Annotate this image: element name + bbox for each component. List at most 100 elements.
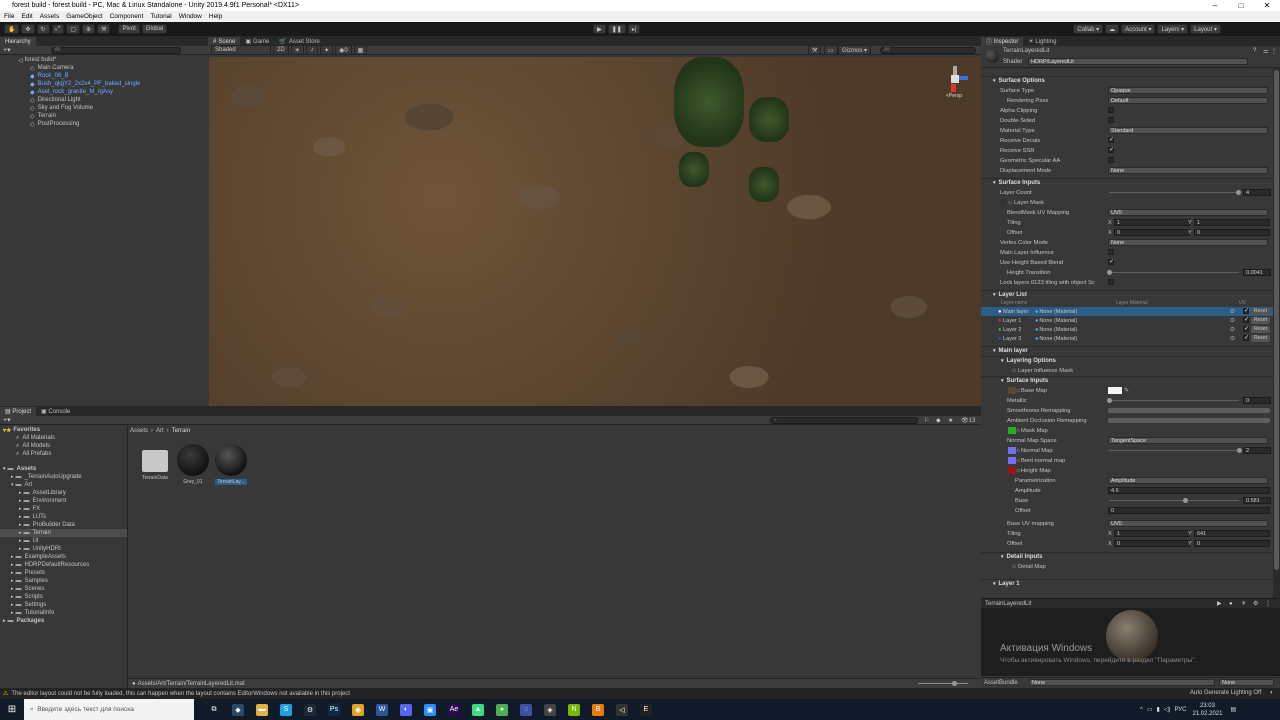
breadcrumb-terrain[interactable]: Terrain [172, 428, 190, 434]
property-dropdown[interactable]: UV0 [1108, 520, 1268, 527]
property-checkbox[interactable] [1108, 107, 1114, 113]
play-button[interactable]: ▶ [593, 24, 606, 34]
reset-button[interactable]: Reset [1251, 326, 1270, 333]
expand-arrow-icon[interactable]: ▸ [3, 618, 6, 624]
section-header[interactable]: ▾ Main layer [981, 346, 1273, 355]
reset-button[interactable]: Reset [1251, 335, 1270, 342]
hierarchy-item[interactable]: ◇ PostProcessing [0, 120, 208, 128]
menu-tutorial[interactable]: Tutorial [150, 13, 171, 20]
expand-arrow-icon[interactable]: ▸ [19, 546, 22, 552]
expand-arrow-icon[interactable]: ▸ [19, 498, 22, 504]
property-dropdown[interactable]: None [1108, 239, 1268, 246]
tree-item[interactable]: ▸ ▬ UI [0, 537, 127, 545]
reset-button[interactable]: Reset [1251, 317, 1270, 324]
tools-icon[interactable]: ⚒ [808, 45, 822, 55]
asset-tile[interactable]: TerrainLay... [212, 444, 250, 494]
expand-arrow-icon[interactable]: ▸ [19, 490, 22, 496]
lighting-toggle-icon[interactable]: ☀ [290, 45, 305, 55]
layer-row[interactable]: ● Layer 3 ●None (Material) ⊙ ✓ Reset [981, 334, 1273, 343]
grid-icon[interactable]: ▦ [353, 45, 368, 55]
battery-icon[interactable]: ▮ [1157, 706, 1160, 713]
tree-item[interactable]: ▸ ▬ _TerrainAutoUpgrade [0, 473, 127, 481]
collab-button[interactable]: Collab ▾ [1073, 24, 1104, 34]
maximize-button[interactable]: □ [1228, 0, 1254, 11]
property-dropdown[interactable]: UV0 [1108, 209, 1268, 216]
breadcrumb-art[interactable]: Art [156, 428, 164, 434]
object-picker-icon[interactable]: ⊙ [1230, 309, 1235, 315]
preview-settings-icon[interactable]: ⚙ [1253, 600, 1258, 607]
breadcrumb-assets[interactable]: Assets [130, 428, 148, 434]
expand-arrow-icon[interactable]: ▸ [11, 578, 14, 584]
favorite-item[interactable]: ⌕ All Materials [0, 434, 127, 442]
expand-arrow-icon[interactable]: ▸ [19, 530, 22, 536]
property-field[interactable]: 641 [1194, 530, 1270, 537]
property-checkbox[interactable] [1108, 279, 1114, 285]
chrome-icon[interactable]: ◉ [352, 703, 364, 716]
property-field[interactable]: 1 [1114, 219, 1190, 226]
tree-item[interactable]: ▸ ▬ Terrain [0, 529, 127, 537]
project-search-input[interactable]: ⌕ [770, 416, 918, 424]
custom-tool-icon[interactable]: ⚒ [97, 24, 111, 34]
tree-item[interactable]: ▸ ▬ AssetLibrary [0, 489, 127, 497]
property-field[interactable]: 4 [1243, 189, 1271, 196]
property-field[interactable]: 0 [1114, 229, 1190, 236]
tree-item[interactable]: ▸ ▬ Presets [0, 569, 127, 577]
tab-inspector[interactable]: ⓘ Inspector [981, 37, 1024, 46]
property-checkbox[interactable]: ✓ [1243, 335, 1249, 341]
taskbar-search[interactable]: ⌕ Введите здесь текст для поиска [24, 699, 194, 720]
height-map-texture[interactable] [1008, 467, 1016, 474]
material-preview[interactable]: Активация Windows Чтобы активировать Win… [981, 608, 1280, 676]
add-icon[interactable]: +▾ [3, 46, 11, 54]
rect-tool-icon[interactable]: ▢ [66, 24, 81, 34]
section-header[interactable]: ▾ Layer 1 [981, 579, 1273, 588]
slider-track[interactable] [1109, 272, 1239, 273]
hierarchy-item[interactable]: ◇ Directional Light [0, 96, 208, 104]
scene-search-input[interactable]: All [880, 46, 976, 54]
menu-window[interactable]: Window [179, 13, 202, 20]
section-header[interactable]: ▾ Surface Options [981, 76, 1273, 85]
slider-knob[interactable] [1107, 270, 1112, 275]
tree-item[interactable]: ▸ ▬ FX [0, 505, 127, 513]
hidden-count[interactable]: 👁13 [961, 417, 975, 424]
property-field[interactable]: 0.581 [1243, 497, 1271, 504]
tree-item[interactable]: ▸ ▬ TutorialInfo [0, 609, 127, 617]
tree-item[interactable]: ▾ ▬ Assets [0, 465, 127, 473]
menu-component[interactable]: Component [110, 13, 144, 20]
map-picker-icon[interactable]: ⊙ [1012, 368, 1016, 374]
task-view-icon[interactable]: ⧉ [208, 703, 220, 716]
account-dropdown[interactable]: Account ▾ [1121, 24, 1156, 34]
menu-gameobject[interactable]: GameObject [66, 13, 103, 20]
expand-arrow-icon[interactable]: ▸ [11, 562, 14, 568]
expand-arrow-icon[interactable]: ▸ [11, 554, 14, 560]
app-icon[interactable]: ◆ [232, 703, 244, 716]
property-field[interactable]: 0 [1243, 397, 1271, 404]
blender-icon[interactable]: B [592, 703, 604, 716]
gamepad-icon[interactable]: ◈ [544, 703, 556, 716]
move-tool-icon[interactable]: ✥ [21, 24, 35, 34]
rotate-tool-icon[interactable]: ↻ [36, 24, 50, 34]
zoom-icon[interactable]: ▣ [424, 703, 436, 716]
expand-arrow-icon[interactable]: ▸ [19, 506, 22, 512]
expand-arrow-icon[interactable]: ▾ [11, 482, 14, 488]
property-field[interactable]: 0 [1114, 540, 1190, 547]
steam-icon[interactable]: ⚙ [304, 703, 316, 716]
notifications-icon[interactable]: ▤ [1230, 706, 1236, 713]
layers-dropdown[interactable]: Layers ▾ [1157, 24, 1189, 34]
preview-light-icon[interactable]: ☀ [1241, 600, 1246, 607]
persp-label[interactable]: <Persp [946, 93, 962, 99]
property-checkbox[interactable]: ✓ [1108, 147, 1114, 153]
property-dropdown[interactable]: Default [1108, 97, 1268, 104]
slider-track[interactable] [1109, 400, 1239, 401]
icon-size-slider[interactable] [918, 681, 968, 686]
hierarchy-item[interactable]: ◇ Terrain [0, 112, 208, 120]
preview-play-icon[interactable]: ▶ [1217, 600, 1222, 607]
tab-hierarchy[interactable]: Hierarchy [0, 37, 36, 46]
tab-console[interactable]: ▣ Console [36, 407, 75, 416]
menu-assets[interactable]: Assets [40, 13, 60, 20]
property-checkbox[interactable] [1108, 249, 1114, 255]
expand-arrow-icon[interactable]: ▸ [11, 602, 14, 608]
network-icon[interactable]: ▭ [1147, 706, 1153, 713]
assetbundle-variant-dropdown[interactable]: None [1219, 679, 1274, 686]
effects-toggle-icon[interactable]: ✦ [320, 45, 334, 55]
layer-row[interactable]: ● Main layer ●None (Material) ⊙ ✓ Reset [981, 307, 1273, 316]
